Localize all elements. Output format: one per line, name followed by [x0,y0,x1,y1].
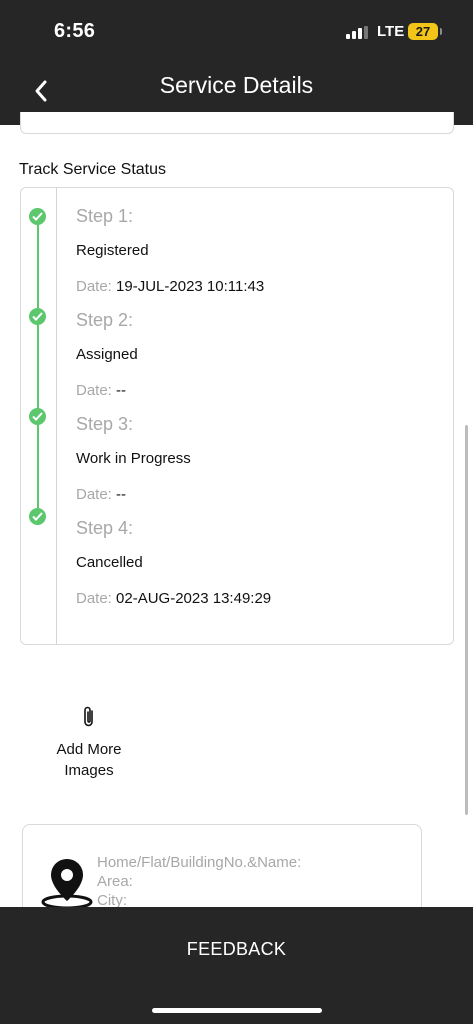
step-complete-icon [29,408,46,425]
footer-bar: FEEDBACK [0,907,473,1024]
images-label: Images [64,762,114,779]
step-label: Step 2: [76,310,134,330]
page-title: Service Details [159,72,314,98]
date-key: Date: [76,278,112,295]
step-label: Step 4: [76,518,134,538]
step-status: Assigned [76,346,138,363]
step-2: Step 2: Assigned Date: -- [76,310,138,399]
date-value: -- [116,486,127,503]
date-key: Date: [76,486,112,503]
timeline-divider [56,188,57,644]
step-complete-icon [29,508,46,525]
step-complete-icon [29,308,46,325]
step-status: Cancelled [76,554,143,571]
date-key: Date: [76,590,112,607]
step-complete-icon [29,208,46,225]
step-label: Step 3: [76,414,134,434]
app-header: 6:56 LTE 27 Service Details [0,0,473,125]
date-key: Date: [76,382,112,399]
home-indicator[interactable] [152,1008,322,1013]
step-date: Date: 02-AUG-2023 13:49:29 [76,590,271,607]
date-value: -- [116,382,127,399]
step-date: Date: -- [76,382,126,399]
step-1: Step 1: Registered Date: 19-JUL-2023 10:… [76,206,264,295]
address-building: Home/Flat/BuildingNo.&Name: [97,854,302,871]
date-value: 02-AUG-2023 13:49:29 [116,590,272,607]
timeline-rail [37,216,39,516]
feedback-button[interactable]: FEEDBACK [0,939,473,960]
status-time: 6:56 [54,20,96,42]
step-date: Date: 19-JUL-2023 10:11:43 [76,278,264,295]
address-area: Area: [97,873,133,890]
step-label: Step 1: [76,206,134,226]
scrollbar[interactable] [465,425,468,815]
network-type: LTE [377,23,405,40]
step-4: Step 4: Cancelled Date: 02-AUG-2023 13:4… [76,518,271,607]
location-pin-icon [41,859,93,910]
battery-icon: 27 [408,23,442,40]
previous-card [20,112,454,134]
step-status: Registered [76,242,149,259]
track-status-card: Step 1: Registered Date: 19-JUL-2023 10:… [20,187,454,645]
section-title: Track Service Status [19,161,167,178]
add-more-label: Add More [56,741,122,758]
paperclip-icon [84,706,93,727]
date-value: 19-JUL-2023 10:11:43 [116,278,265,295]
step-status: Work in Progress [76,450,191,467]
step-date: Date: -- [76,486,126,503]
step-3: Step 3: Work in Progress Date: -- [76,414,191,503]
add-more-images-button[interactable]: Add More Images [48,705,130,781]
address-lines: Home/Flat/BuildingNo.&Name: Area: City: [97,853,301,910]
signal-icon [346,26,368,39]
